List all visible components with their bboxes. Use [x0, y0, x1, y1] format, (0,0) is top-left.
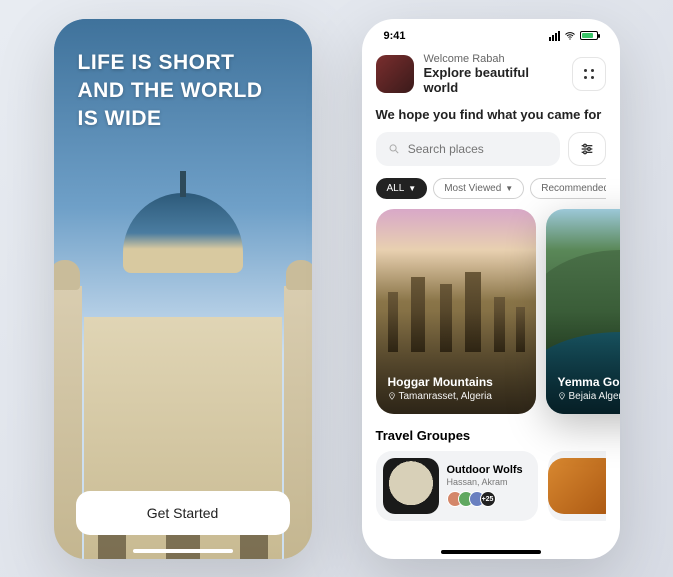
search-input-wrap[interactable]: [376, 132, 560, 166]
title-l3: IS WIDE: [78, 105, 288, 133]
filter-button[interactable]: [568, 132, 606, 166]
group-card[interactable]: Outdoor Wolfs Hassan, Akram +25: [376, 451, 538, 521]
avatar[interactable]: [376, 55, 414, 93]
search-icon: [388, 142, 400, 156]
groups-heading: Travel Groupes: [376, 428, 606, 443]
more-count: +25: [480, 491, 496, 507]
search-input[interactable]: [408, 142, 548, 156]
group-thumbnail: [383, 458, 439, 514]
header: Welcome Rabah Explore beautiful world: [376, 53, 606, 95]
splash-screen: LIFE IS SHORT AND THE WORLD IS WIDE Get …: [54, 19, 312, 559]
pin-icon: [388, 392, 396, 400]
pin-icon: [558, 392, 566, 400]
get-started-button[interactable]: Get Started: [76, 491, 290, 535]
destination-cards: Hoggar Mountains Tamanrasset, Algeria Ye…: [376, 209, 606, 414]
signal-icon: [549, 31, 560, 41]
tagline: We hope you find what you came for: [376, 107, 606, 122]
chevron-down-icon: ▼: [505, 184, 513, 193]
destination-card[interactable]: Yemma Gouraya Bejaia Algeria: [546, 209, 620, 414]
grid-icon: [584, 69, 594, 79]
filter-chips: ALL▼ Most Viewed▼ Recommended▼ Re: [376, 178, 606, 199]
travel-groups: Outdoor Wolfs Hassan, Akram +25: [376, 451, 606, 521]
status-time: 9:41: [384, 30, 406, 42]
chevron-down-icon: ▼: [408, 184, 416, 193]
home-indicator[interactable]: [441, 550, 541, 554]
destination-card[interactable]: Hoggar Mountains Tamanrasset, Algeria: [376, 209, 536, 414]
chip-recommended[interactable]: Recommended▼: [530, 178, 605, 199]
home-indicator[interactable]: [133, 549, 233, 553]
title-l1: LIFE IS SHORT: [78, 49, 288, 77]
chip-most-viewed[interactable]: Most Viewed▼: [433, 178, 524, 199]
header-subtitle: Explore beautiful world: [424, 65, 562, 95]
card-location: Tamanrasset, Algeria: [388, 391, 524, 402]
group-members: Hassan, Akram: [447, 477, 523, 487]
card-location: Bejaia Algeria: [558, 391, 620, 402]
chip-all[interactable]: ALL▼: [376, 178, 428, 199]
group-card[interactable]: [548, 451, 606, 521]
group-thumbnail: [548, 458, 606, 514]
status-bar: 9:41: [376, 19, 606, 47]
card-title: Yemma Gouraya: [558, 375, 620, 389]
member-avatars: +25: [447, 491, 523, 507]
battery-icon: [580, 31, 598, 40]
explore-screen: 9:41 Welcome Rabah Explore beautiful wor…: [362, 19, 620, 559]
group-name: Outdoor Wolfs: [447, 464, 523, 476]
card-title: Hoggar Mountains: [388, 375, 524, 389]
wifi-icon: [564, 30, 576, 42]
title-l2: AND THE WORLD: [78, 77, 288, 105]
menu-button[interactable]: [572, 57, 606, 91]
splash-title: LIFE IS SHORT AND THE WORLD IS WIDE: [54, 19, 312, 134]
sliders-icon: [579, 141, 595, 157]
welcome-text: Welcome Rabah: [424, 53, 562, 65]
